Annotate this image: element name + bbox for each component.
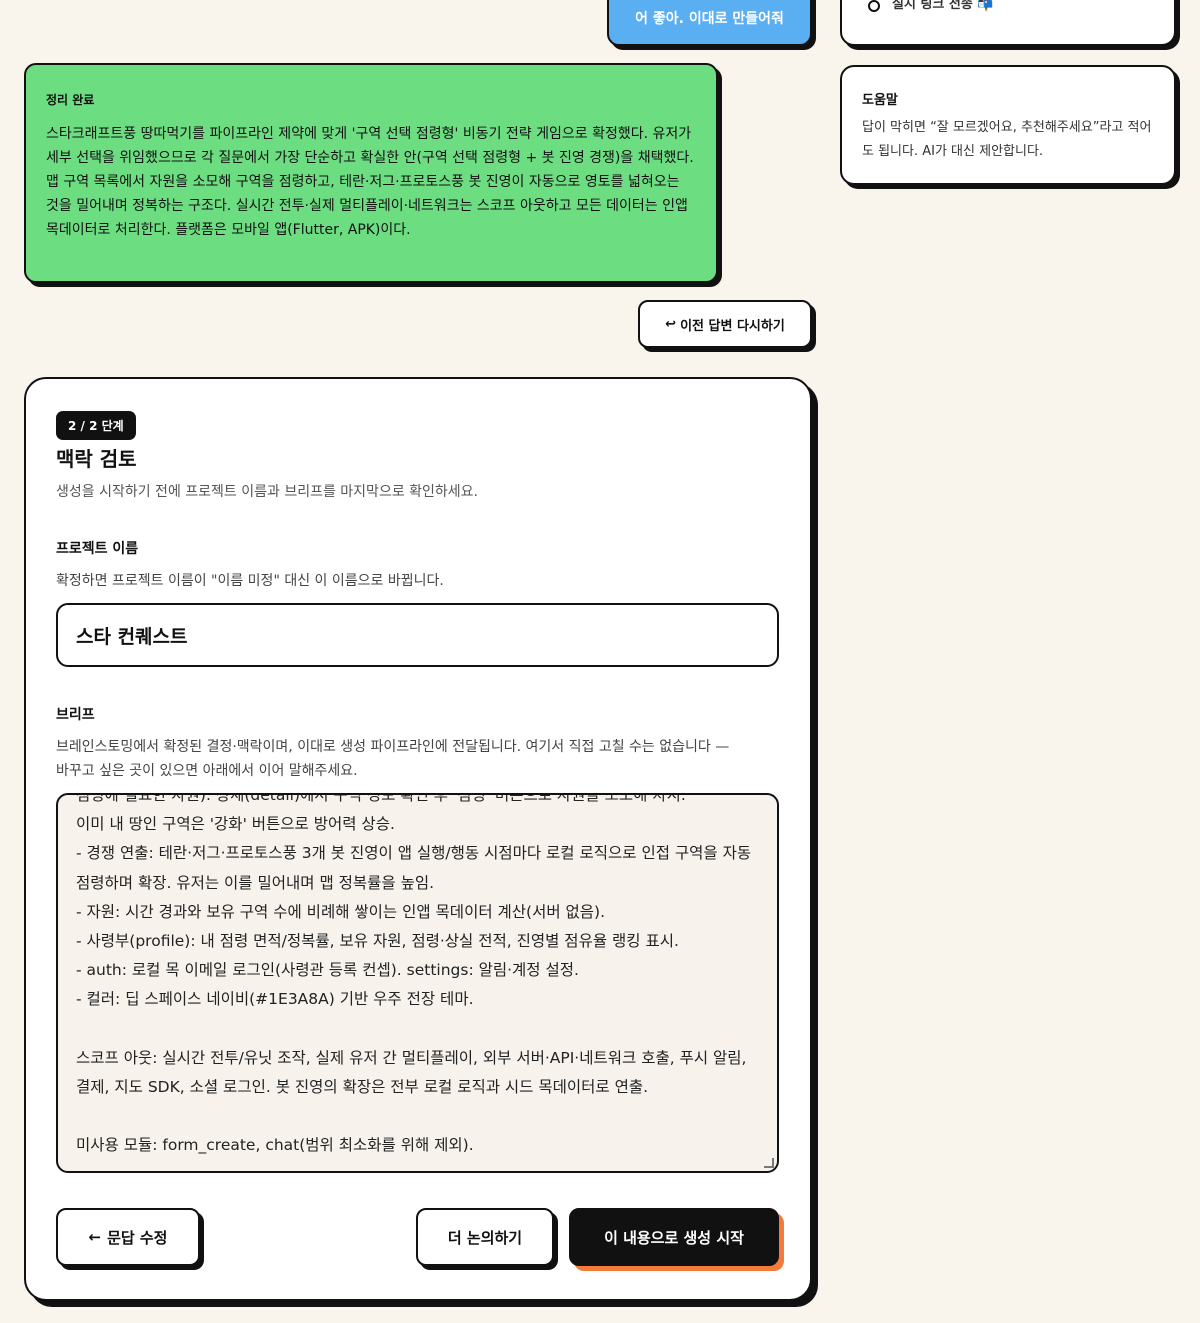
checklist-card: 실시 링크 전송 📬	[840, 0, 1176, 46]
summary-text: 스타크래프트풍 땅따먹기를 파이프라인 제약에 맞게 '구역 선택 점령형' 비…	[46, 126, 694, 238]
resize-handle-icon[interactable]	[764, 1158, 774, 1168]
arrow-left-icon: ←	[88, 1228, 102, 1246]
start-generation-button[interactable]: 이 내용으로 생성 시작	[569, 1208, 779, 1266]
help-title: 도움말	[862, 93, 898, 108]
brief-help: 브레인스토밍에서 확정된 결정·맥락이며, 이대로 생성 파이프라인에 전달됩니…	[56, 739, 730, 779]
brief-text: 점령에 필요한 자원). 상세(detail)에서 구역 정보 확인 후 '점령…	[76, 793, 752, 1155]
circle-icon	[868, 0, 880, 12]
project-name-help: 확정하면 프로젝트 이름이 "이름 미정" 대신 이 이름으로 바뀝니다.	[56, 573, 444, 589]
checklist-item-label: 실시 링크 전송 📬	[892, 0, 994, 12]
edit-answers-button[interactable]: ← 문답 수정	[56, 1208, 200, 1266]
help-text: 답이 막히면 “잘 모르겠어요, 추천해주세요”라고 적어도 됩니다. AI가 …	[862, 120, 1152, 159]
user-message-bubble: 어 좋아. 이대로 만들어줘	[607, 0, 812, 46]
summary-title: 정리 완료	[46, 93, 95, 107]
page-subtitle: 생성을 시작하기 전에 프로젝트 이름과 브리프를 마지막으로 확인하세요.	[56, 484, 478, 500]
edit-answers-label: 문답 수정	[107, 1228, 168, 1247]
project-name-label: 프로젝트 이름	[56, 541, 139, 557]
summary-card: 정리 완료 스타크래프트풍 땅따먹기를 파이프라인 제약에 맞게 '구역 선택 …	[24, 63, 718, 283]
project-name-input[interactable]	[56, 603, 779, 667]
help-card: 도움말 답이 막히면 “잘 모르겠어요, 추천해주세요”라고 적어도 됩니다. …	[840, 65, 1176, 185]
undo-icon: ↩	[665, 316, 677, 332]
step-badge: 2 / 2 단계	[56, 411, 136, 440]
discuss-more-button[interactable]: 더 논의하기	[416, 1208, 554, 1266]
start-generation-label: 이 내용으로 생성 시작	[604, 1228, 744, 1247]
redo-previous-answer-button[interactable]: ↩ 이전 답변 다시하기	[638, 300, 812, 348]
page-title: 맥락 검토	[56, 447, 137, 471]
discuss-more-label: 더 논의하기	[447, 1228, 523, 1247]
user-message-text: 어 좋아. 이대로 만들어줘	[635, 11, 784, 27]
redo-label: 이전 답변 다시하기	[680, 318, 785, 334]
brief-textarea[interactable]: 점령에 필요한 자원). 상세(detail)에서 구역 정보 확인 후 '점령…	[56, 793, 779, 1173]
brief-label: 브리프	[56, 707, 95, 723]
